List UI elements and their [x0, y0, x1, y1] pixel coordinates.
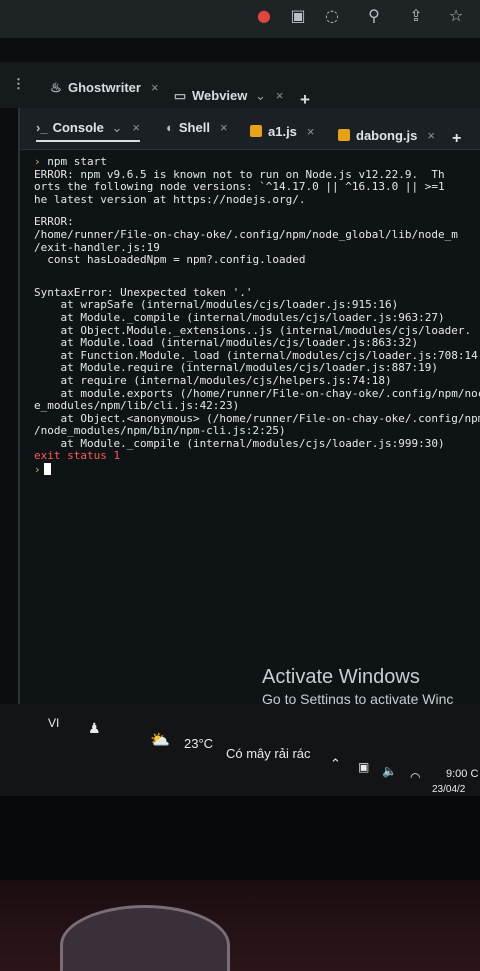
- activation-watermark: Activate Windows Go to Settings to activ…: [262, 666, 453, 707]
- close-icon[interactable]: ×: [220, 120, 228, 135]
- input-line[interactable]: ›: [34, 463, 480, 476]
- extension-icon[interactable]: ▣: [286, 4, 310, 28]
- output-line: /node_modules/npm/bin/npm-cli.js:2:25): [34, 424, 286, 438]
- console-icon: ›_: [36, 120, 48, 135]
- share-icon[interactable]: ⇪: [404, 4, 428, 28]
- volume-icon[interactable]: 🔈: [382, 764, 397, 778]
- output-line: const hasLoadedNpm = npm?.config.loaded: [34, 253, 306, 267]
- output-line: /home/runner/File-on-chay-oke/.config/np…: [34, 227, 458, 241]
- chevron-up-icon[interactable]: ⌃: [330, 756, 341, 772]
- star-icon[interactable]: ☆: [444, 4, 468, 28]
- output-line: orts the following node versions: `^14.1…: [34, 180, 445, 194]
- tab-label: Shell: [178, 120, 210, 135]
- js-file-icon: [338, 129, 350, 141]
- command-text: npm start: [47, 155, 107, 168]
- close-icon[interactable]: ×: [307, 124, 315, 139]
- meet-now-icon[interactable]: ▣: [358, 760, 369, 774]
- zoom-icon[interactable]: ⚲: [362, 4, 386, 28]
- prompt-symbol: ›: [34, 463, 41, 477]
- record-icon[interactable]: ●: [252, 4, 276, 28]
- exit-status: exit status 1: [34, 449, 121, 463]
- clock-time[interactable]: 9:00 C: [446, 768, 478, 780]
- tab-dabong-js[interactable]: dabong.js ×: [338, 128, 435, 150]
- command-line: › npm start: [34, 155, 480, 169]
- webview-icon: ▭: [173, 88, 187, 103]
- panel-tabbar: ›_ Console ⌄ × ◐ Shell × a1.js × dabong.js × +: [20, 108, 480, 150]
- tab-label: Console: [52, 120, 104, 135]
- prompt-symbol: ›: [34, 155, 41, 168]
- browser-toolbar: ● ▣ ◌ ⚲ ⇪ ☆: [0, 0, 480, 38]
- weather-desc[interactable]: Có mây rải rác: [226, 746, 311, 761]
- menu-dots-icon[interactable]: ⋮: [12, 76, 25, 100]
- js-file-icon: [250, 125, 262, 137]
- tab-label: dabong.js: [356, 128, 418, 143]
- close-icon[interactable]: ×: [276, 88, 284, 103]
- clock-date[interactable]: 23/04/2: [432, 784, 465, 795]
- output-line: at Module._compile (internal/modules/cjs…: [34, 310, 445, 324]
- tab-label: a1.js: [268, 124, 297, 139]
- people-icon[interactable]: ♟: [88, 720, 101, 737]
- close-icon[interactable]: ×: [427, 128, 435, 143]
- add-tab-button[interactable]: +: [452, 130, 461, 152]
- output-line: at Module.load (internal/modules/cjs/loa…: [34, 336, 419, 350]
- output-line: he latest version at https://nodejs.org/…: [34, 192, 306, 206]
- watermark-title: Activate Windows: [262, 666, 420, 688]
- text-cursor: [43, 463, 51, 476]
- weather-temp[interactable]: 23°C: [184, 736, 213, 751]
- output-line: e_modules/npm/lib/cli.js:42:23): [34, 399, 240, 413]
- close-icon[interactable]: ×: [132, 120, 140, 135]
- chevron-down-icon[interactable]: ⌄: [255, 88, 266, 103]
- tab-shell[interactable]: ◐ Shell ×: [166, 120, 228, 142]
- tab-label: Webview: [192, 88, 248, 103]
- bookmark-icon[interactable]: ◌: [320, 4, 344, 28]
- weather-icon[interactable]: ⛅: [150, 730, 170, 750]
- workspace-tabbar: ⋮ ♨ Ghostwriter × ▭ Webview ⌄ × +: [0, 62, 480, 109]
- chevron-down-icon[interactable]: ⌄: [111, 120, 122, 135]
- tab-ghostwriter[interactable]: ♨ Ghostwriter ×: [48, 80, 159, 104]
- tab-label: Ghostwriter: [68, 80, 141, 95]
- terminal-output[interactable]: › npm start ERROR: npm v9.6.5 is known n…: [34, 155, 480, 476]
- output-line: at require (internal/modules/cjs/helpers…: [34, 373, 392, 387]
- close-icon[interactable]: ×: [151, 80, 159, 95]
- wifi-icon[interactable]: ◠: [410, 770, 420, 784]
- shell-icon: ◐: [166, 120, 174, 135]
- console-panel: ›_ Console ⌄ × ◐ Shell × a1.js × dabong.js × +…: [18, 108, 480, 704]
- tab-a1-js[interactable]: a1.js ×: [250, 124, 315, 146]
- taskbar: VI ♟ ⛅ 23°C Có mây rải rác ⌃ ▣ 🔈 ◠ 9:00 …: [0, 704, 480, 796]
- language-indicator[interactable]: VI: [48, 716, 59, 730]
- tab-console[interactable]: ›_ Console ⌄ ×: [36, 120, 140, 142]
- ghostwriter-icon: ♨: [50, 80, 62, 95]
